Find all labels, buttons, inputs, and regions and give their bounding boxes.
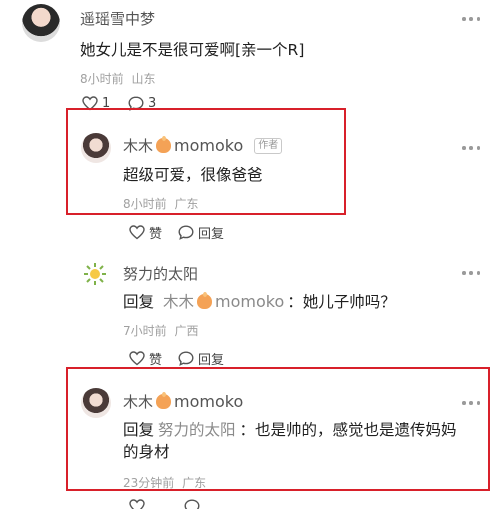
comment-icon — [178, 351, 194, 366]
comment-location: 山东 — [131, 72, 156, 86]
reply-username[interactable]: 木木 momoko — [123, 391, 243, 412]
peach-icon — [197, 291, 213, 309]
avatar[interactable] — [81, 133, 111, 163]
reply-text: 回复 木木 momoko ：她儿子帅吗？ — [123, 291, 396, 311]
comment-icon — [178, 225, 194, 240]
more-icon[interactable] — [462, 400, 480, 406]
more-icon[interactable] — [462, 145, 480, 151]
reply-button[interactable]: 回复 — [178, 349, 224, 368]
reply-meta: 8小时前 广东 — [123, 197, 199, 211]
heart-icon[interactable] — [129, 499, 145, 509]
peach-icon — [156, 392, 172, 409]
heart-icon — [129, 225, 145, 240]
peach-icon — [156, 136, 172, 153]
avatar[interactable] — [81, 388, 111, 418]
avatar[interactable] — [22, 4, 60, 42]
reply-text: 超级可爱，很像爸爸 — [123, 166, 263, 184]
more-icon[interactable] — [462, 270, 480, 276]
comment-icon[interactable] — [184, 499, 200, 509]
like-button[interactable]: 赞 — [129, 223, 162, 242]
action-row-partial — [129, 499, 249, 509]
comment-text: 她女儿是不是很可爱啊[亲一个R] — [80, 41, 305, 59]
more-icon[interactable] — [462, 16, 480, 22]
author-badge: 作者 — [254, 137, 283, 154]
heart-icon — [129, 351, 145, 366]
reply-meta: 7小时前 广西 — [123, 324, 199, 338]
reply-username[interactable]: 木木 momoko 作者 — [123, 135, 283, 156]
comment-meta: 8小时前 山东 — [80, 70, 155, 87]
comment-time: 8小时前 — [80, 72, 124, 86]
reply-text: 回复 努力的太阳 ：也是帅的，感觉也是遗传妈妈 的身材 — [123, 421, 457, 461]
reply-meta: 23分钟前 广东 — [123, 476, 207, 490]
comment-username[interactable]: 遥瑶雪中梦 — [80, 8, 155, 29]
sun-avatar-icon[interactable] — [83, 262, 107, 286]
highlight-box — [66, 108, 346, 215]
reply-username[interactable]: 努力的太阳 — [123, 263, 198, 284]
reply-button[interactable]: 回复 — [178, 223, 224, 242]
like-button[interactable]: 赞 — [129, 349, 162, 368]
